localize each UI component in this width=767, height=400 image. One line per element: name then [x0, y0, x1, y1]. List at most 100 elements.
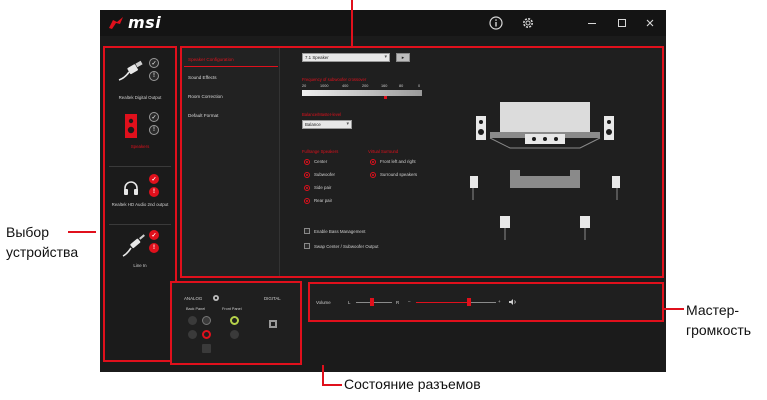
tab-room-correction[interactable]: Room Correction — [188, 94, 223, 99]
device-item-speakers[interactable]: ✓ ! Speakers — [105, 108, 175, 164]
tab-default-format[interactable]: Default Format — [188, 113, 218, 118]
bass-management-checkbox[interactable] — [304, 228, 310, 234]
jack-port — [188, 330, 197, 339]
frequency-label: 80 — [399, 84, 404, 88]
speaker-config-value: 7.1 Speaker — [305, 55, 329, 60]
balance-select[interactable]: Balance ▾ — [302, 120, 352, 129]
left-channel-label: L — [348, 300, 351, 305]
back-panel-label: Back Panel — [186, 307, 206, 311]
crossover-slider-knob[interactable] — [384, 96, 387, 99]
jack-port — [202, 344, 211, 353]
status-info-badge: ! — [149, 71, 159, 81]
device-item-line-in[interactable]: ✓ ! Line In — [105, 228, 175, 278]
device-name: Line In — [133, 263, 147, 268]
status-warning-badge: ! — [149, 187, 159, 197]
surround-speakers-label: Surround speakers — [380, 172, 418, 177]
status-warning-badge: ! — [149, 243, 159, 253]
frequency-label: 400 — [342, 84, 349, 88]
frequency-label: 200 — [362, 84, 369, 88]
surround-speakers-radio[interactable] — [370, 172, 376, 178]
master-volume-leader-line — [664, 308, 684, 310]
speaker-volume-icon[interactable] — [508, 298, 518, 306]
line-in-cable-icon — [122, 234, 145, 257]
front-panel-label: Front Panel — [222, 307, 242, 311]
rear-pair-label: Rear pair — [314, 198, 333, 203]
device-select-callout: Выбор устройства — [6, 224, 79, 260]
chevron-down-icon: ▾ — [384, 54, 387, 60]
frequency-label: 20 — [302, 84, 307, 88]
front-lr-label: Front left and right — [380, 159, 416, 164]
bass-management-label: Enable Bass Management — [314, 229, 366, 234]
status-warning-badge: ✓ — [149, 174, 159, 184]
front-lr-radio[interactable] — [370, 159, 376, 165]
device-list: ✓ ! Realtek Digital Output ✓ ! Speakers … — [103, 46, 177, 362]
fullrange-section-label: Fullrange Speakers — [302, 149, 339, 154]
device-item-digital-output[interactable]: ✓ ! Realtek Digital Output — [105, 54, 175, 104]
title-bar: msi — [100, 10, 666, 36]
device-select-leader-line — [68, 231, 96, 233]
chevron-down-icon: ▾ — [346, 121, 349, 127]
balance-section-label: Balance/Master-level — [302, 112, 342, 117]
settings-tabs: Speaker Configuration Sound Effects Room… — [182, 48, 280, 276]
speaker-layout-diagram — [470, 102, 620, 240]
close-icon[interactable] — [642, 15, 658, 31]
maximize-icon[interactable] — [614, 15, 630, 31]
rear-pair-radio[interactable] — [304, 198, 310, 204]
device-name: Realtek Digital Output — [118, 95, 162, 100]
speaker-config-select[interactable]: 7.1 Speaker ▾ — [302, 53, 390, 62]
tab-speaker-configuration[interactable]: Speaker Configuration — [188, 57, 234, 62]
jack-port — [202, 316, 211, 325]
balance-select-value: Balance — [305, 122, 321, 127]
volume-slider-knob[interactable] — [466, 298, 471, 306]
jack-status-leader-line — [322, 365, 324, 385]
master-volume-callout: Мастер- громкость — [686, 302, 752, 338]
volume-plus-icon[interactable]: + — [498, 299, 501, 304]
jack-status-callout: Состояние разъемов — [344, 376, 481, 392]
speaker-icon — [125, 114, 137, 138]
jack-port-green — [230, 316, 239, 325]
subwoofer-label: Subwoofer — [314, 172, 335, 177]
frequency-label: 0 — [418, 84, 421, 88]
center-radio[interactable] — [304, 159, 310, 165]
settings-panel: Speaker Configuration Sound Effects Room… — [180, 46, 664, 278]
divider — [109, 166, 171, 167]
settings-icon[interactable] — [520, 15, 536, 31]
device-item-hd-audio-2nd[interactable]: ✓ ! Realtek HD Audio 2nd output — [105, 172, 175, 222]
speaker-configuration-content: 7.1 Speaker ▾ ▸ Frequency of subwoofer c… — [280, 48, 662, 276]
status-warning-badge: ✓ — [149, 230, 159, 240]
logo-text: msi — [128, 13, 162, 32]
frequency-label: 160 — [381, 84, 388, 88]
status-info-badge: ! — [149, 125, 159, 135]
balance-slider-track[interactable] — [356, 302, 392, 303]
master-volume-panel: Volume L R – + — [308, 282, 664, 322]
status-ok-badge: ✓ — [149, 112, 159, 122]
jack-port — [230, 330, 239, 339]
crossover-label: Frequency of subwoofer crossover — [302, 77, 367, 82]
settings-icon[interactable] — [212, 294, 220, 302]
jack-status-panel: ANALOG DIGITAL Back Panel Front Panel — [170, 281, 302, 365]
info-icon[interactable] — [488, 15, 504, 31]
balance-slider-knob[interactable] — [370, 298, 374, 306]
spdif-cable-icon — [118, 60, 143, 81]
center-label: Center — [314, 159, 328, 164]
analog-label: ANALOG — [184, 296, 203, 301]
msi-logo: msi — [108, 13, 161, 32]
virtual-surround-label: Virtual Surround — [368, 149, 399, 154]
status-ok-badge: ✓ — [149, 58, 159, 68]
volume-minus-icon[interactable]: – — [408, 299, 410, 304]
subwoofer-radio[interactable] — [304, 172, 310, 178]
headphones-icon — [124, 181, 138, 195]
crossover-slider[interactable] — [302, 90, 422, 96]
swap-center-label: Swap Center / Subwoofer Output — [314, 244, 379, 249]
optical-port-icon — [269, 320, 277, 328]
frequency-label: 1000 — [320, 84, 329, 88]
digital-label: DIGITAL — [264, 296, 281, 301]
test-play-button[interactable]: ▸ — [396, 53, 410, 62]
volume-slider-fill — [416, 302, 469, 303]
minimize-icon[interactable] — [584, 15, 600, 31]
side-pair-radio[interactable] — [304, 185, 310, 191]
main-panel-leader-line — [351, 0, 353, 46]
jack-port-red — [202, 330, 211, 339]
swap-center-checkbox[interactable] — [304, 243, 310, 249]
tab-sound-effects[interactable]: Sound Effects — [188, 75, 217, 80]
